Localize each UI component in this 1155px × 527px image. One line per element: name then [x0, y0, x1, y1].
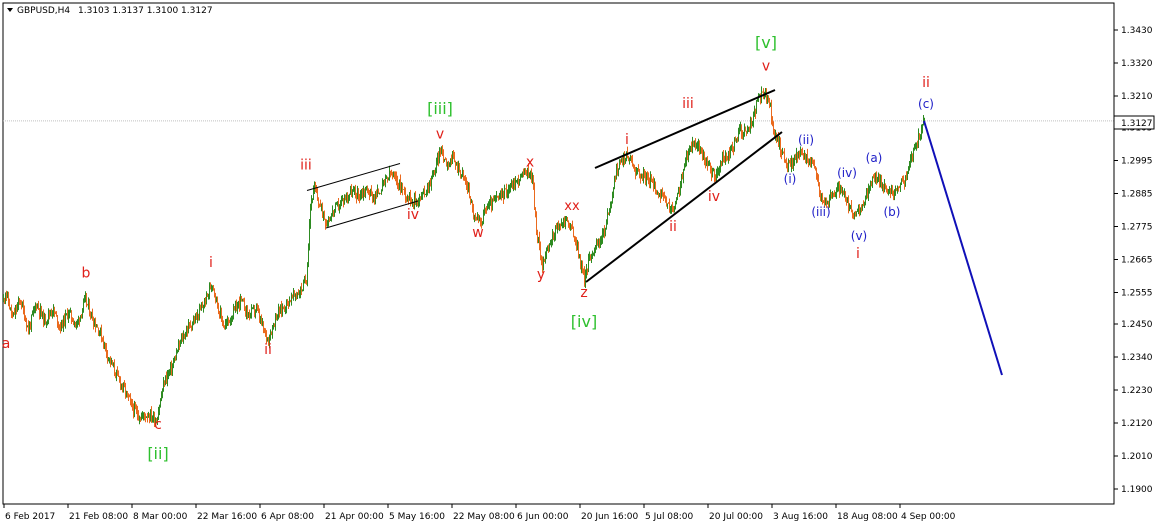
- wave-label: i: [209, 255, 213, 271]
- time-tick-label: 6 Feb 2017: [5, 512, 55, 522]
- wave-label: w: [472, 225, 483, 241]
- wave-label: z: [580, 285, 587, 301]
- wave-label: i: [856, 246, 860, 262]
- wave-label: a: [2, 336, 11, 352]
- chart-header: GBPUSD,H4 1.3103 1.3137 1.3100 1.3127: [7, 6, 213, 16]
- wave-label: [v]: [755, 33, 777, 52]
- time-tick-label: 20 Jun 16:00: [581, 512, 638, 522]
- price-tick-label: 1.2775: [1121, 223, 1153, 233]
- wave-label: (iv): [837, 166, 857, 180]
- wave-label: (ii): [798, 133, 814, 147]
- price-tick-label: 1.2555: [1121, 289, 1153, 299]
- price-tick-label: 1.2450: [1121, 320, 1153, 330]
- ohlc-values: 1.3103 1.3137 1.3100 1.3127: [78, 6, 213, 16]
- wave-label: ii: [922, 75, 930, 91]
- time-tick-label: 3 Aug 16:00: [773, 512, 828, 522]
- price-tick-label: 1.2995: [1121, 157, 1153, 167]
- price-tick-label: 1.3320: [1121, 59, 1153, 69]
- wave-label: b: [82, 266, 91, 282]
- wave-label: v: [762, 59, 770, 75]
- price-tick-label: 1.3430: [1121, 26, 1153, 36]
- symbol-label: GBPUSD,H4: [17, 6, 70, 16]
- price-tick-label: 1.1900: [1121, 485, 1153, 495]
- time-tick-label: 20 Jul 00:00: [709, 512, 763, 522]
- time-tick-label: 6 Apr 08:00: [261, 512, 314, 522]
- price-tick-label: 1.2340: [1121, 353, 1153, 363]
- wave-label: ii: [669, 219, 677, 235]
- wave-label: i: [625, 132, 629, 148]
- wave-label: iv: [708, 189, 720, 205]
- wave-label: ii: [264, 342, 272, 358]
- time-tick-label: 21 Apr 00:00: [325, 512, 384, 522]
- wave-label: c: [154, 417, 162, 433]
- current-price-tag: 1.3127: [1113, 115, 1155, 130]
- wave-label: (a): [866, 151, 883, 165]
- wave-label: iii: [300, 158, 312, 174]
- time-tick-label: 5 May 16:00: [389, 512, 445, 522]
- price-chart[interactable]: abc[ii]iiiiiiivv[iii]wxyxxz[iv]iiiiiiivv…: [0, 0, 1155, 527]
- wave-label: (b): [884, 205, 901, 219]
- time-tick-label: 22 May 08:00: [453, 512, 515, 522]
- wave-label: (iii): [811, 205, 830, 219]
- wave-label: [ii]: [147, 444, 168, 463]
- wave-label: (v): [851, 229, 867, 243]
- wave-label: (i): [784, 172, 797, 186]
- wave-label: v: [436, 127, 444, 143]
- price-tick-label: 1.2120: [1121, 419, 1153, 429]
- plot-frame: [2, 2, 1115, 505]
- current-price-value: 1.3127: [1121, 119, 1153, 129]
- time-tick-label: 21 Feb 08:00: [69, 512, 128, 522]
- time-tick-label: 5 Jul 08:00: [645, 512, 694, 522]
- price-tick-label: 1.3210: [1121, 92, 1153, 102]
- time-tick-label: 8 Mar 00:00: [133, 512, 188, 522]
- price-tick-label: 1.2010: [1121, 452, 1153, 462]
- wave-label: x: [526, 155, 534, 171]
- wave-label: [iii]: [427, 99, 453, 118]
- time-tick-label: 22 Mar 16:00: [197, 512, 257, 522]
- wave-label: xx: [564, 199, 580, 214]
- price-tick-label: 1.2665: [1121, 256, 1153, 266]
- time-tick-label: 6 Jun 00:00: [517, 512, 569, 522]
- wave-label: iv: [407, 207, 419, 223]
- wave-label: (c): [918, 97, 934, 111]
- price-tick-label: 1.2230: [1121, 386, 1153, 396]
- wave-label: iii: [682, 96, 694, 112]
- price-tick-label: 1.2885: [1121, 190, 1153, 200]
- time-tick-label: 4 Sep 00:00: [901, 512, 956, 522]
- wave-label: y: [537, 267, 545, 283]
- price-axis: 1.34301.33201.32101.31051.29951.28851.27…: [1114, 26, 1153, 495]
- wave-label: [iv]: [571, 312, 597, 331]
- time-axis: 6 Feb 2017 21 Feb 08:00 8 Mar 00:00 22 Mar …: [3, 504, 956, 522]
- time-tick-label: 18 Aug 08:00: [837, 512, 898, 522]
